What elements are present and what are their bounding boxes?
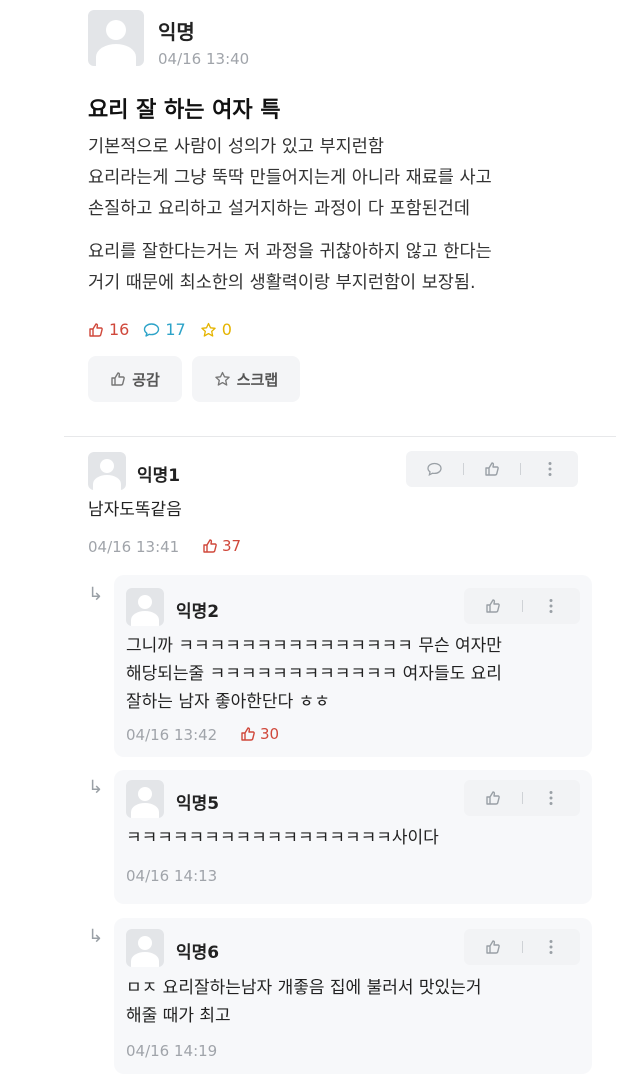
reply-button[interactable] [406,462,463,477]
thumbs-up-icon [486,791,500,805]
comment-text: 남자도똑같음 [88,500,182,520]
more-button[interactable] [523,598,581,614]
star-icon [200,322,216,337]
post-author: 익명 [158,20,195,44]
reply-arrow-icon: ↳ [88,926,104,947]
reply-actions [464,588,580,624]
reply-like-button[interactable] [464,790,522,806]
thumbs-up-icon [89,322,103,337]
reply-actions [464,929,580,965]
speech-bubble-icon [144,322,160,337]
reply-date: 04/16 14:13 [126,867,218,885]
avatar [126,929,164,967]
reply-text: ㅋㅋㅋㅋㅋㅋㅋㅋㅋㅋㅋㅋㅋㅋㅋㅋㅋ사이다 [126,828,439,848]
reply-text: 그니까 ㅋㅋㅋㅋㅋㅋㅋㅋㅋㅋㅋㅋㅋㅋㅋ 무슨 여자만 해당되는줄 ㅋㅋㅋㅋㅋㅋㅋ… [126,636,502,712]
reply-text: ㅁㅈ 요리잘하는남자 개좋음 집에 불러서 맛있는거 해줄 때가 최고 [126,978,482,1026]
more-icon [549,599,553,613]
more-button[interactable] [521,461,578,477]
star-icon [215,371,230,386]
comment-author: 익명1 [137,466,181,486]
avatar [88,452,126,490]
post-body-paragraph-2: 요리를 잘한다는거는 저 과정을 귀찮아하지 않고 한다는 거기 때문에 최소한… [88,242,492,293]
post-body-paragraph-1: 기본적으로 사람이 성의가 있고 부지런함 요리라는게 그냥 뚝딱 만들어지는게… [88,137,492,219]
section-divider [64,436,616,437]
more-icon [548,462,552,476]
reply-like-count: 30 [240,725,279,743]
post-like-count: 16 [88,320,129,339]
comment-actions [406,451,578,487]
more-icon [549,940,553,954]
comment-date: 04/16 13:41 [88,538,180,556]
reply-like-button[interactable] [464,939,522,955]
speech-bubble-icon [427,462,442,476]
avatar [126,588,164,626]
reply-arrow-icon: ↳ [88,777,104,798]
reply-author: 익명2 [176,602,220,622]
thumbs-up-icon [485,462,499,476]
scrap-button[interactable]: 스크랩 [192,356,300,402]
thumbs-up-icon [241,727,255,741]
more-button[interactable] [523,790,581,806]
thumbs-up-icon [486,599,500,613]
thumbs-up-icon [203,539,217,553]
thumbs-up-icon [486,940,500,954]
reply-author: 익명6 [176,943,220,963]
reply-date: 04/16 14:19 [126,1042,218,1060]
post-title: 요리 잘 하는 여자 특 [88,98,281,123]
post-comment-count: 17 [143,320,186,339]
thumbs-up-icon [111,372,126,386]
avatar [126,780,164,818]
reply-like-button[interactable] [464,598,522,614]
post-date: 04/16 13:40 [158,50,250,68]
author-avatar [88,10,144,66]
comment-like-count: 37 [202,537,241,555]
reply-arrow-icon: ↳ [88,584,104,605]
comment-like-button[interactable] [464,461,521,477]
reply-author: 익명5 [176,794,220,814]
more-icon [549,791,553,805]
more-button[interactable] [523,939,581,955]
reply-date: 04/16 13:42 [126,726,218,744]
post-stats: 16 17 0 [88,320,232,339]
post-scrap-count: 0 [200,320,232,339]
reply-actions [464,780,580,816]
like-button[interactable]: 공감 [88,356,182,402]
